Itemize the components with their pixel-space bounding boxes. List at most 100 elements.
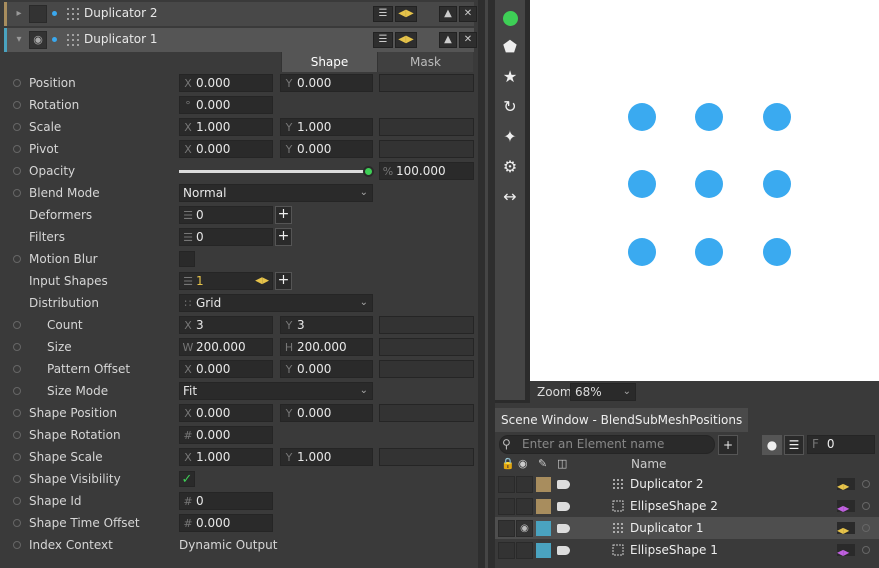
pivot-y-input[interactable]: Y 0.000 (280, 140, 373, 158)
keyframe-ring-icon[interactable] (13, 453, 21, 461)
scale-y-input[interactable]: Y 1.000 (280, 118, 373, 136)
duplicated-ellipse[interactable] (763, 238, 791, 266)
tag-icon[interactable] (557, 502, 570, 511)
keyframe-ring-icon[interactable] (13, 255, 21, 263)
tag-icon[interactable] (557, 480, 570, 489)
rotation-input[interactable]: ° 0.000 (179, 96, 273, 114)
shape-time-offset-input[interactable]: #0.000 (179, 514, 273, 532)
keyframe-nav-icon[interactable]: ◀▶ (837, 500, 855, 513)
scene-row-duplicator-2[interactable]: Duplicator 2 ◀▶ (495, 473, 879, 495)
shape-rotation-input[interactable]: #0.000 (179, 426, 273, 444)
duplicated-ellipse[interactable] (695, 170, 723, 198)
keyframe-ring-icon[interactable] (13, 343, 21, 351)
close-icon[interactable]: ✕ (459, 32, 477, 48)
pin-icon[interactable]: ▲ (439, 32, 457, 48)
keyframe-nav-icon[interactable]: ◀▶ (837, 522, 855, 535)
shape-position-x-input[interactable]: X 0.000 (179, 404, 273, 422)
keyframe-nav-icon[interactable]: ◀▶ (395, 32, 417, 48)
keyframe-ring-icon[interactable] (13, 475, 21, 483)
layer-header-duplicator-2[interactable]: ▸ Duplicator 2 ☰ ◀▶ ▲ ✕ (4, 2, 477, 26)
shape-visibility-checkbox[interactable]: ✓ (179, 471, 195, 487)
keyframe-ring-icon[interactable] (13, 101, 21, 109)
visibility-toggle[interactable] (516, 498, 533, 515)
duplicated-ellipse[interactable] (628, 238, 656, 266)
duplicated-ellipse[interactable] (628, 170, 656, 198)
shape-position-y-input[interactable]: Y 0.000 (280, 404, 373, 422)
lock-toggle[interactable] (498, 498, 515, 515)
keyframe-ring-icon[interactable] (13, 497, 21, 505)
panel-splitter[interactable] (478, 0, 495, 568)
color-swatch[interactable] (536, 543, 551, 558)
position-y-input[interactable]: Y 0.000 (280, 74, 373, 92)
keyframe-ring-icon[interactable] (13, 123, 21, 131)
chevron-right-icon[interactable]: ▸ (12, 6, 26, 22)
zoom-dropdown[interactable]: 68% ⌄ (570, 383, 636, 401)
color-swatch[interactable] (536, 499, 551, 514)
eyedropper-icon[interactable]: ✎ (538, 457, 547, 473)
tag-icon[interactable] (557, 524, 570, 533)
size-mode-dropdown[interactable]: Fit ⌄ (179, 382, 373, 400)
name-column-header[interactable]: Name (631, 457, 666, 473)
tab-shape[interactable]: Shape (281, 52, 377, 72)
element-search-input[interactable]: Enter an Element name (499, 435, 715, 454)
keyframe-ring-icon[interactable] (13, 145, 21, 153)
duplicated-ellipse[interactable] (695, 238, 723, 266)
keyframe-nav-icon[interactable]: ◀▶ (837, 478, 855, 491)
blend-mode-dropdown[interactable]: Normal ⌄ (179, 184, 373, 202)
add-input-shape-button[interactable]: + (275, 272, 292, 290)
opacity-slider-track[interactable] (179, 170, 370, 173)
chevron-down-icon[interactable]: ▾ (12, 32, 26, 48)
duplicated-ellipse[interactable] (763, 170, 791, 198)
count-x-input[interactable]: X3 (179, 316, 273, 334)
tab-mask[interactable]: Mask (377, 52, 473, 72)
visibility-toggle[interactable] (516, 542, 533, 559)
sparkle-tool-icon[interactable]: ✦ (498, 125, 522, 149)
distribution-dropdown[interactable]: ∷ Grid ⌄ (179, 294, 373, 312)
filter-settings-icon[interactable]: ☰ (784, 435, 804, 455)
tag-icon[interactable]: ◫ (557, 457, 567, 473)
pivot-x-input[interactable]: X 0.000 (179, 140, 273, 158)
keyframe-ring-icon[interactable] (862, 480, 870, 488)
add-deformer-button[interactable]: + (275, 206, 292, 224)
pattern-offset-x-input[interactable]: X 0.000 (179, 360, 273, 378)
layer-options-icon[interactable]: ☰ (373, 6, 393, 22)
keyframe-ring-icon[interactable] (13, 431, 21, 439)
lock-toggle[interactable] (498, 520, 515, 537)
keyframe-ring-icon[interactable] (13, 541, 21, 549)
keyframe-nav-icon[interactable]: ◀▶ (255, 273, 269, 289)
layer-options-icon[interactable]: ☰ (373, 32, 393, 48)
canvas-viewport[interactable] (530, 0, 879, 381)
keyframe-ring-icon[interactable] (862, 502, 870, 510)
color-swatch[interactable] (536, 521, 551, 536)
pin-icon[interactable]: ▲ (439, 6, 457, 22)
shape-scale-x-input[interactable]: X 1.000 (179, 448, 273, 466)
color-swatch[interactable] (536, 477, 551, 492)
polygon-tool-icon[interactable]: ⬟ (498, 35, 522, 59)
ellipse-tool-icon[interactable] (498, 6, 522, 30)
keyframe-ring-icon[interactable] (13, 189, 21, 197)
layer-header-duplicator-1[interactable]: ▾ ◉ Duplicator 1 ☰ ◀▶ ▲ ✕ (4, 28, 477, 52)
position-x-input[interactable]: X 0.000 (179, 74, 273, 92)
frame-input[interactable]: F0 (807, 435, 875, 454)
keyframe-nav-icon[interactable]: ◀▶ (395, 6, 417, 22)
scene-row-ellipseshape-1[interactable]: EllipseShape 1 ◀▶ (495, 539, 879, 561)
add-element-button[interactable]: + (718, 435, 738, 455)
lock-icon[interactable]: 🔒 (501, 457, 515, 473)
shape-id-input[interactable]: #0 (179, 492, 273, 510)
input-shapes-field[interactable]: ☰ 1 ◀▶ (179, 272, 273, 290)
resize-tool-icon[interactable]: ↔ (498, 185, 522, 209)
eye-icon[interactable]: ◉ (29, 31, 47, 49)
count-y-input[interactable]: Y3 (280, 316, 373, 334)
splitter-grip[interactable] (485, 0, 488, 568)
lock-toggle[interactable] (498, 476, 515, 493)
visibility-toggle[interactable] (29, 5, 47, 23)
eye-icon[interactable]: ◉ (516, 520, 533, 537)
keyframe-ring-icon[interactable] (13, 409, 21, 417)
filters-field[interactable]: ☰ 0 (179, 228, 273, 246)
duplicated-ellipse[interactable] (763, 103, 791, 131)
duplicated-ellipse[interactable] (695, 103, 723, 131)
shape-scale-y-input[interactable]: Y 1.000 (280, 448, 373, 466)
opacity-input[interactable]: % 100.000 (379, 162, 474, 180)
keyframe-ring-icon[interactable] (862, 546, 870, 554)
opacity-slider-handle[interactable] (363, 166, 374, 177)
